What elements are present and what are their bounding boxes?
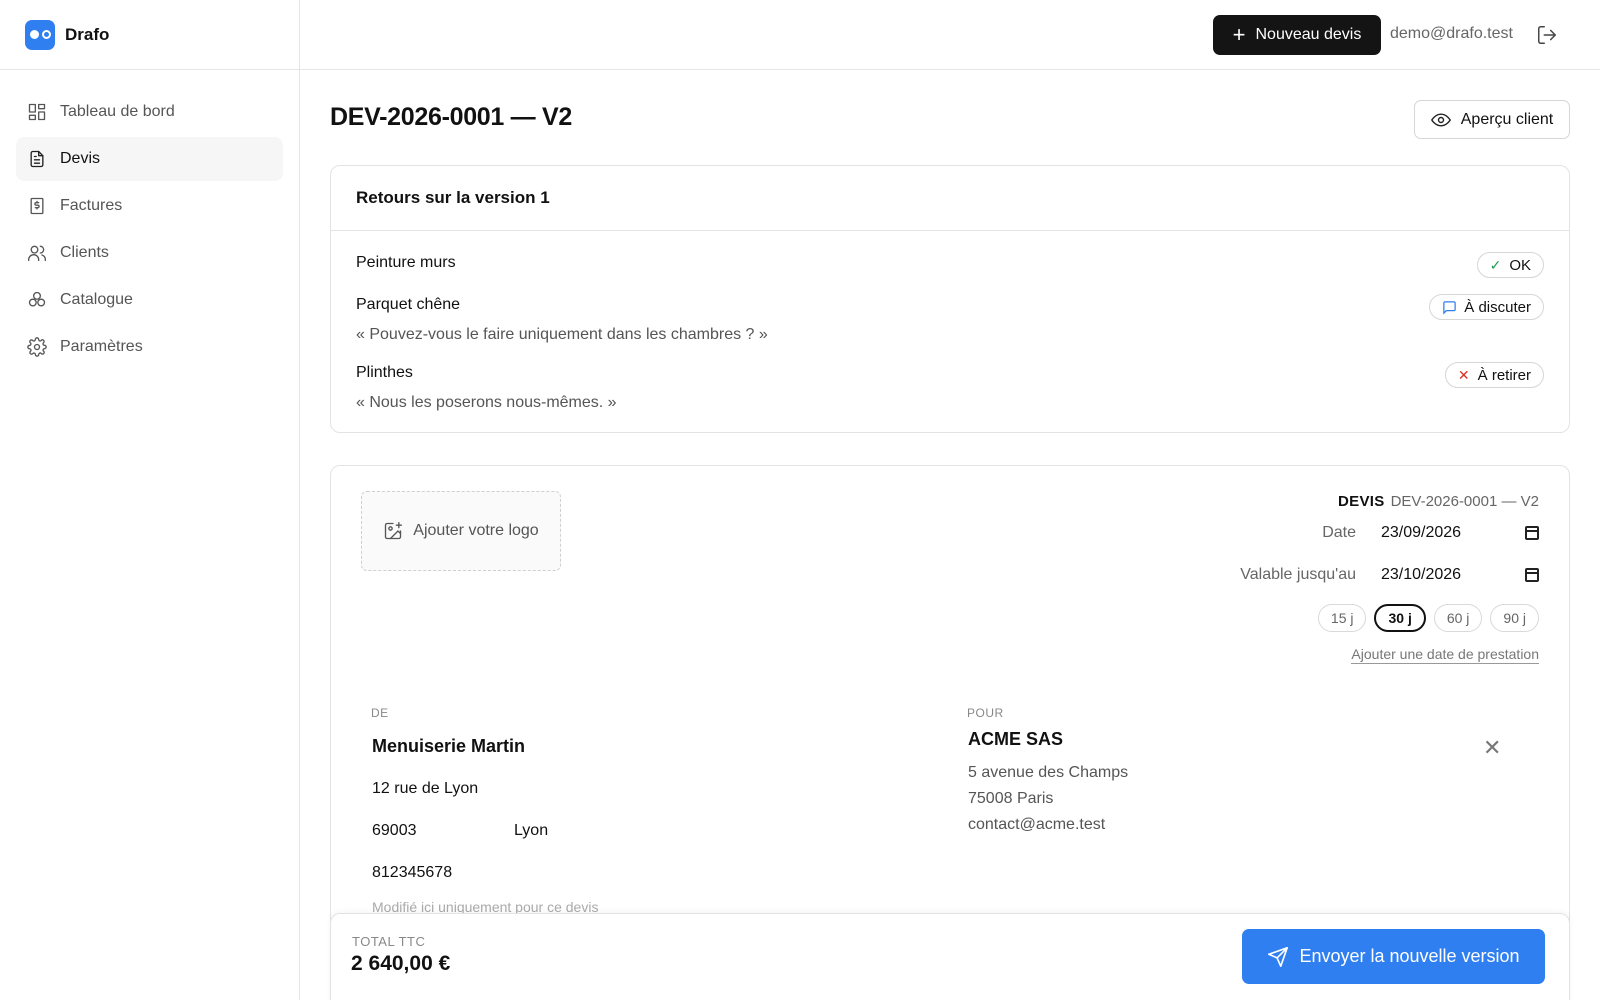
plus-icon: +	[1232, 22, 1246, 47]
total-label: TOTAL TTC	[352, 934, 426, 949]
add-logo-button[interactable]: Ajouter votre logo	[361, 491, 561, 571]
app-name: Drafo	[65, 24, 110, 44]
send-new-version-button[interactable]: Envoyer la nouvelle version	[1242, 929, 1545, 984]
client-preview-button[interactable]: Aperçu client	[1414, 100, 1570, 139]
valid-until-value: 23/10/2026	[1381, 566, 1462, 583]
to-section-label: POUR	[967, 706, 1004, 720]
duration-chip[interactable]: 15 j	[1317, 604, 1367, 632]
status-label: À retirer	[1477, 366, 1531, 384]
quote-number: DEV-2026-0001 — V2	[1390, 493, 1539, 510]
image-add-icon	[385, 522, 403, 540]
users-icon	[28, 245, 46, 262]
gear-icon	[27, 337, 47, 357]
date-field[interactable]: 23/09/2026	[1381, 524, 1539, 542]
app-logo-icon	[25, 19, 55, 50]
from-section-label: DE	[371, 706, 389, 720]
catalog-icon	[28, 291, 46, 307]
sidebar-item-parametres[interactable]: Paramètres	[16, 325, 283, 369]
sidebar-item-catalogue[interactable]: Catalogue	[16, 278, 283, 322]
date-value: 23/09/2026	[1381, 524, 1462, 541]
feedback-item-name: Peinture murs	[356, 254, 456, 271]
date-row: Date 23/09/2026	[1322, 524, 1539, 542]
close-icon: ✕	[1457, 366, 1470, 383]
add-service-date-link[interactable]: Ajouter une date de prestation	[1351, 646, 1539, 664]
sidebar-item-label: Catalogue	[60, 291, 133, 308]
brand[interactable]: Drafo	[0, 0, 299, 70]
client-street: 5 avenue des Champs	[968, 764, 1129, 781]
client-email: contact@acme.test	[968, 816, 1106, 833]
client-preview-label: Aperçu client	[1460, 110, 1554, 128]
feedback-card: Retours sur la version 1 Peinture murs ✓…	[330, 165, 1570, 433]
remove-client-icon[interactable]: ✕	[1483, 737, 1501, 759]
status-badge-remove: ✕ À retirer	[1444, 362, 1544, 388]
status-label: OK	[1509, 256, 1531, 274]
from-company-name[interactable]: Menuiserie Martin	[372, 736, 525, 757]
calendar-icon[interactable]	[1525, 526, 1539, 540]
total-value: 2 640,00 €	[351, 952, 451, 975]
quote-number-label: DEVIS DEV-2026-0001 — V2	[1338, 493, 1539, 510]
document-icon	[30, 150, 44, 168]
date-label: Date	[1322, 524, 1356, 541]
sidebar-nav: Tableau de bord Devis Factures Clients C…	[0, 70, 299, 392]
sidebar-item-label: Clients	[60, 244, 109, 261]
valid-until-field[interactable]: 23/10/2026	[1381, 566, 1539, 584]
feedback-item: Plinthes « Nous les poserons nous-mêmes.…	[356, 362, 1544, 412]
topbar: + Nouveau devis demo@drafo.test	[300, 0, 1600, 70]
feedback-item-name: Parquet chêne	[356, 296, 461, 313]
feedback-item: Parquet chêne « Pouvez-vous le faire uni…	[356, 294, 1544, 344]
sidebar: Drafo Tableau de bord Devis Factures Cli…	[0, 0, 300, 1000]
calendar-icon[interactable]	[1525, 568, 1539, 582]
logout-icon[interactable]	[1536, 24, 1558, 46]
valid-until-row: Valable jusqu'au 23/10/2026	[1240, 566, 1539, 584]
status-badge-discuss: À discuter	[1429, 294, 1544, 320]
valid-until-label: Valable jusqu'au	[1240, 566, 1356, 583]
page-title: DEV-2026-0001 — V2	[330, 103, 572, 131]
sidebar-item-devis[interactable]: Devis	[16, 137, 283, 181]
new-quote-button[interactable]: + Nouveau devis	[1213, 15, 1381, 55]
status-badge-ok: ✓ OK	[1476, 252, 1544, 278]
sidebar-item-clients[interactable]: Clients	[16, 231, 283, 275]
from-zip[interactable]: 69003	[372, 822, 417, 840]
sidebar-item-label: Paramètres	[60, 338, 143, 355]
from-city[interactable]: Lyon	[514, 822, 548, 840]
send-icon	[1268, 946, 1289, 967]
invoice-icon	[30, 197, 44, 215]
client-name: ACME SAS	[968, 729, 1064, 749]
duration-chip-selected[interactable]: 30 j	[1374, 604, 1426, 632]
check-icon: ✓	[1489, 256, 1502, 273]
duration-chips: 15 j 30 j 60 j 90 j	[1317, 604, 1539, 632]
feedback-item-name: Plinthes	[356, 364, 413, 381]
duration-chip[interactable]: 90 j	[1490, 604, 1539, 632]
sidebar-item-dashboard[interactable]: Tableau de bord	[16, 90, 283, 134]
total-footer: TOTAL TTC 2 640,00 € Envoyer la nouvelle…	[330, 913, 1570, 1000]
new-quote-label: Nouveau devis	[1255, 26, 1362, 43]
duration-chip[interactable]: 60 j	[1433, 604, 1483, 632]
eye-icon	[1430, 112, 1451, 127]
feedback-comment: « Nous les poserons nous-mêmes. »	[356, 394, 617, 411]
status-label: À discuter	[1464, 298, 1531, 316]
feedback-item: Peinture murs ✓ OK	[356, 252, 1544, 278]
sidebar-item-label: Factures	[60, 197, 123, 214]
sidebar-item-label: Devis	[60, 150, 101, 167]
quote-type: DEVIS	[1338, 493, 1385, 510]
dashboard-icon	[28, 103, 46, 121]
sidebar-item-factures[interactable]: Factures	[16, 184, 283, 228]
add-logo-label: Ajouter votre logo	[413, 522, 539, 539]
feedback-comment: « Pouvez-vous le faire uniquement dans l…	[356, 326, 768, 343]
feedback-title: Retours sur la version 1	[331, 166, 1569, 231]
from-street[interactable]: 12 rue de Lyon	[372, 780, 478, 798]
user-email: demo@drafo.test	[1390, 25, 1513, 42]
message-icon	[1443, 300, 1457, 315]
main-content: DEV-2026-0001 — V2 Aperçu client Retours…	[300, 70, 1600, 1000]
from-siren[interactable]: 812345678	[372, 864, 452, 882]
sidebar-item-label: Tableau de bord	[60, 103, 175, 120]
client-city: 75008 Paris	[968, 790, 1054, 807]
send-label: Envoyer la nouvelle version	[1299, 946, 1520, 966]
